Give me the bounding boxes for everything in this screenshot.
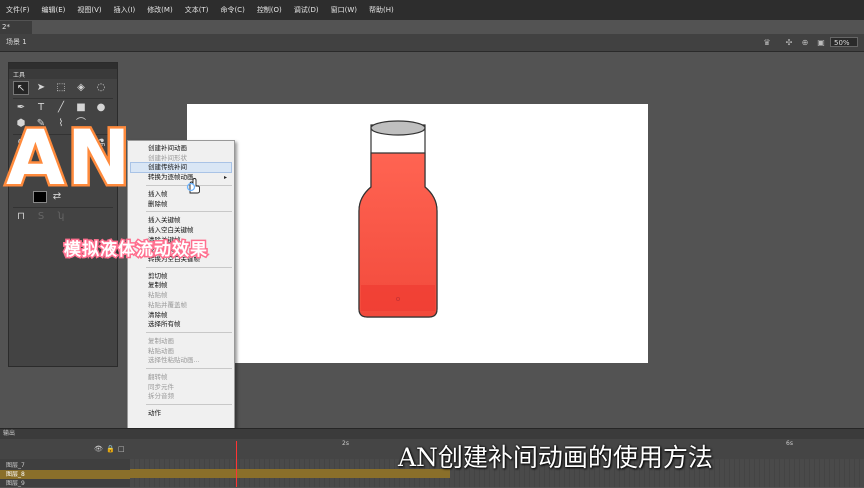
layer-row[interactable]: 图层_9 xyxy=(0,479,130,488)
context-menu-item: 翻转帧 xyxy=(148,373,168,381)
menu-separator xyxy=(146,211,232,213)
context-menu-item: 拆分音频 xyxy=(148,392,174,401)
menu-item[interactable]: 文件(F) xyxy=(0,0,36,20)
context-menu-item: 同步元件 xyxy=(148,382,174,391)
menu-separator xyxy=(146,368,232,369)
context-menu-item[interactable]: 创建传统补间 xyxy=(148,163,187,172)
menu-item[interactable]: 调试(D) xyxy=(288,0,325,20)
hand-cursor-icon xyxy=(186,178,200,194)
context-menu-item[interactable]: 动作 xyxy=(148,409,161,418)
layer-row-selected[interactable]: 图层_8 xyxy=(0,470,130,479)
output-tab[interactable]: 输出 xyxy=(0,429,33,439)
context-menu-item: 创建补间形状 xyxy=(148,153,187,162)
context-menu-item[interactable]: 清除帧 xyxy=(148,311,168,320)
effect-title: 模拟液体流动效果 xyxy=(64,240,208,260)
lasso-tool-icon[interactable]: ◌ xyxy=(93,81,109,95)
context-menu-item: 粘贴并覆盖帧 xyxy=(148,300,187,309)
menu-item[interactable]: 编辑(E) xyxy=(36,0,72,20)
scene-bar: 场景 1 ♛ ✣ ⊕ ▣ 50% xyxy=(0,34,864,52)
context-menu-item: 选择性粘贴动画... xyxy=(148,356,200,365)
context-menu-item[interactable]: 创建补间动画 xyxy=(148,144,187,153)
menu-separator xyxy=(146,404,232,406)
straighten-icon: ʮ xyxy=(57,211,65,222)
context-menu-item[interactable]: 插入关键帧 xyxy=(148,216,181,225)
3d-rotation-icon[interactable]: ◈ xyxy=(73,81,89,95)
clip-content-icon[interactable]: ▣ xyxy=(816,38,826,47)
outline-icon[interactable]: □ xyxy=(118,445,125,453)
menu-bar: 文件(F) 编辑(E) 视图(V) 插入(I) 修改(M) 文本(T) 命令(C) 控制(O)… xyxy=(0,0,864,20)
menu-item[interactable]: 文本(T) xyxy=(179,0,215,20)
menu-item[interactable]: 帮助(H) xyxy=(363,0,400,20)
ruler-second-label: 6s xyxy=(786,440,793,447)
free-transform-icon[interactable]: ⬚ xyxy=(53,81,69,95)
tools-panel: 工具 ↖ ➤ ⬚ ◈ ◌ ✒ T ╱ ■ ● ⬢ ✎ ⌇ ⌒ ⚲ ⚗ ⚲ ⇄ ⊓… xyxy=(8,62,118,367)
subselection-tool-icon[interactable]: ➤ xyxy=(33,81,49,95)
context-menu-item: 复制动画 xyxy=(148,336,174,345)
context-menu-item[interactable]: 剪切帧 xyxy=(148,272,168,281)
menu-item[interactable]: 修改(M) xyxy=(141,0,179,20)
context-menu-item: 粘贴动画 xyxy=(148,346,174,355)
context-menu-item[interactable]: 插入帧 xyxy=(148,190,168,199)
snap-magnet-icon[interactable]: ⊓ xyxy=(13,210,29,224)
tools-title: 工具 xyxy=(13,72,26,79)
edit-symbol-icon[interactable]: ✣ xyxy=(784,38,794,47)
playhead[interactable] xyxy=(236,441,237,487)
document-tab[interactable]: 2* xyxy=(0,21,32,34)
menu-item[interactable]: 窗口(W) xyxy=(325,0,363,20)
lock-icon[interactable]: 🔒 xyxy=(106,445,115,453)
edit-scene-icon[interactable]: ♛ xyxy=(762,38,772,47)
menu-item[interactable]: 插入(I) xyxy=(108,0,142,20)
context-menu-item[interactable]: 复制帧 xyxy=(148,281,168,290)
smooth-icon: S xyxy=(37,211,45,222)
ruler-second-label: 2s xyxy=(342,440,349,447)
scene-label[interactable]: 场景 1 xyxy=(6,37,27,47)
menu-item[interactable]: 视图(V) xyxy=(71,0,107,20)
submenu-arrow-icon: ▸ xyxy=(224,174,228,182)
layer-row[interactable]: 图层_7 xyxy=(0,461,130,470)
zoom-selector[interactable]: 50% xyxy=(830,37,858,47)
layer-list: 图层_7 图层_8 图层_9 xyxy=(0,459,130,487)
context-menu-item[interactable]: 删除帧 xyxy=(148,200,168,209)
menu-item[interactable]: 命令(C) xyxy=(214,0,250,20)
context-menu-item[interactable]: 插入空白关键帧 xyxy=(148,226,194,235)
tools-title-bar[interactable]: 工具 xyxy=(9,69,117,79)
context-menu: 创建补间动画 创建补间形状 创建传统补间 转换为逐帧动画 ▸ 插入帧 删除帧 插入关键帧 插入空… xyxy=(127,140,235,476)
an-logo: AN xyxy=(6,113,133,202)
center-stage-icon[interactable]: ⊕ xyxy=(800,38,810,47)
menu-separator xyxy=(146,266,232,268)
video-caption: AN创建补间动画的使用方法 xyxy=(398,443,713,472)
context-menu-item[interactable]: 选择所有帧 xyxy=(148,320,181,329)
context-menu-item: 粘贴帧 xyxy=(148,291,168,300)
selection-tool-icon[interactable]: ↖ xyxy=(13,81,29,95)
bottle-graphic[interactable] xyxy=(357,119,439,321)
eye-icon[interactable]: 👁 xyxy=(94,445,103,453)
menu-separator xyxy=(146,331,232,333)
menu-item[interactable]: 控制(O) xyxy=(251,0,288,20)
